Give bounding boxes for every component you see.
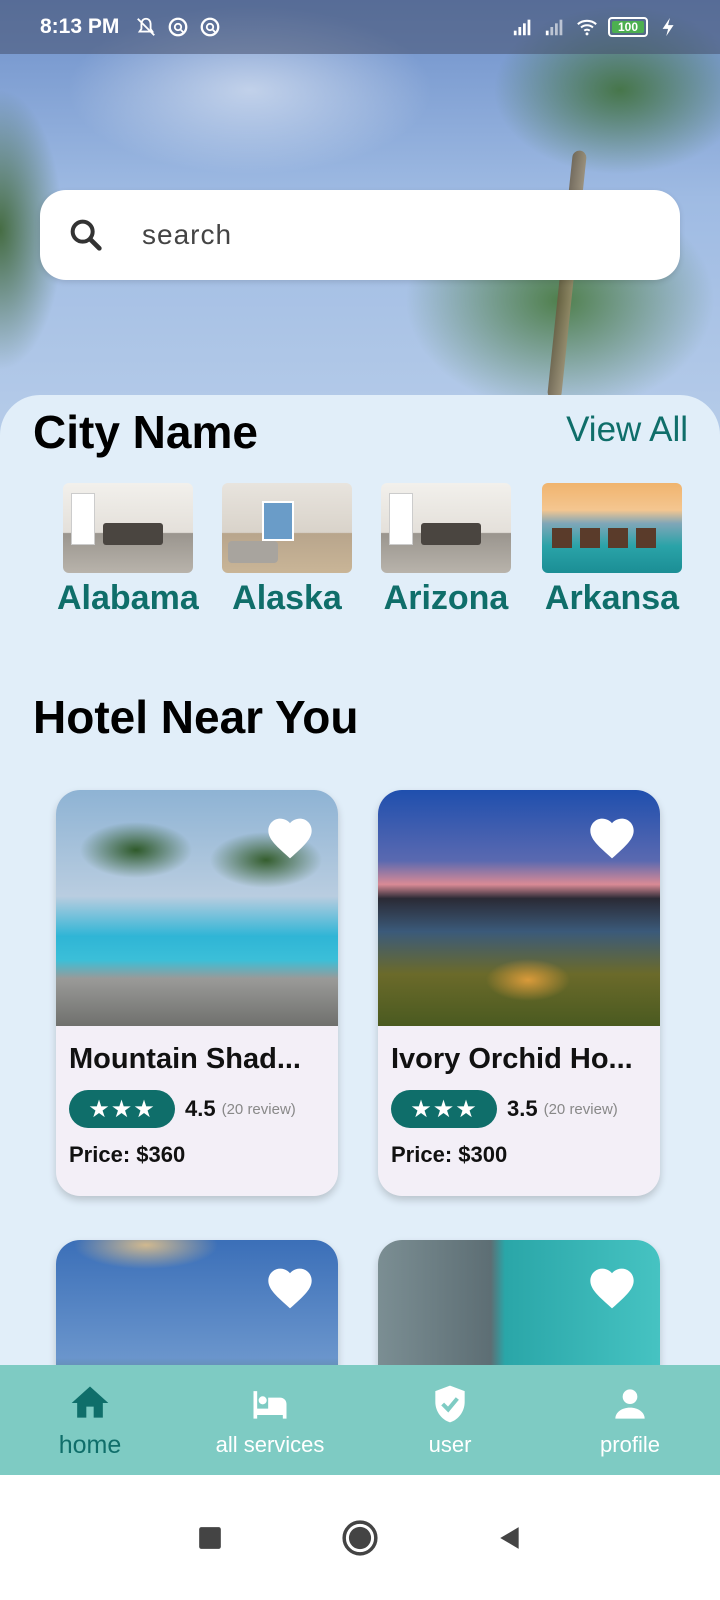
system-navigation-bar <box>0 1475 720 1600</box>
battery-level: 100 <box>617 20 639 34</box>
nav-label: home <box>58 1430 122 1459</box>
city-item-alabama[interactable]: Alabama <box>57 483 199 618</box>
rating-value: 3.5 <box>507 1096 538 1121</box>
back-triangle-icon <box>500 1526 519 1549</box>
rating-row: ★★★ 3.5 (20 review) <box>391 1090 618 1128</box>
nav-label: user <box>428 1432 472 1457</box>
hotel-image <box>378 790 660 1026</box>
nav-label: profile <box>600 1432 660 1457</box>
review-count: (20 review) <box>543 1100 618 1118</box>
nav-item-all-services[interactable]: all services <box>185 1382 355 1458</box>
city-label: Arkansa <box>544 579 680 617</box>
signal-icon <box>545 19 563 36</box>
bell-off-icon <box>137 17 156 36</box>
city-label: Arizona <box>383 579 509 617</box>
home-icon <box>71 1386 109 1418</box>
review-count: (20 review) <box>221 1100 296 1118</box>
city-section-title: City Name <box>33 406 258 458</box>
back-button[interactable] <box>490 1518 530 1558</box>
status-time: 8:13 PM <box>40 15 120 38</box>
nav-item-profile[interactable]: profile <box>545 1382 715 1458</box>
hotel-price: Price: $300 <box>391 1142 508 1167</box>
hotel-section-title: Hotel Near You <box>33 691 359 743</box>
city-image <box>542 483 682 573</box>
bottom-navigation: home all services user profile <box>0 1365 720 1475</box>
city-list[interactable]: Alabama Alaska Arizona Arkansa <box>48 483 688 623</box>
hotel-name: Mountain Shad... <box>69 1043 301 1075</box>
app-notification-icon <box>200 17 220 37</box>
app-notification-icon <box>168 17 188 37</box>
rating-value: 4.5 <box>185 1096 216 1121</box>
hotel-image <box>56 790 338 1026</box>
hotel-price: Price: $360 <box>69 1142 186 1167</box>
city-image <box>222 483 352 573</box>
rating-row: ★★★ 4.5 (20 review) <box>69 1090 296 1128</box>
hotel-card[interactable]: Mountain Shad... ★★★ 4.5 (20 review) Pri… <box>56 790 338 1196</box>
bed-icon <box>253 1391 287 1419</box>
square-icon <box>199 1526 221 1549</box>
city-item-alaska[interactable]: Alaska <box>222 483 352 618</box>
view-all-link[interactable]: View All <box>566 410 688 450</box>
recents-button[interactable] <box>190 1518 230 1558</box>
charging-icon <box>662 17 674 37</box>
heart-icon[interactable] <box>586 1262 638 1310</box>
search-icon <box>70 219 102 251</box>
nav-item-user[interactable]: user <box>365 1382 535 1458</box>
city-image <box>381 483 511 573</box>
home-system-button[interactable] <box>340 1518 380 1558</box>
heart-icon[interactable] <box>264 812 316 860</box>
nav-label: all services <box>215 1432 325 1457</box>
status-bar: 8:13 PM 100 <box>0 0 720 54</box>
search-bar[interactable] <box>40 190 680 280</box>
city-item-arizona[interactable]: Arizona <box>381 483 511 618</box>
city-image <box>62 483 193 573</box>
city-label: Alaska <box>232 579 342 617</box>
person-icon <box>615 1389 645 1419</box>
heart-icon[interactable] <box>586 812 638 860</box>
star-rating-badge: ★★★ <box>391 1090 497 1128</box>
circle-icon <box>342 1519 378 1556</box>
hotel-card[interactable]: Ivory Orchid Ho... ★★★ 3.5 (20 review) P… <box>378 790 660 1196</box>
nav-item-home[interactable]: home <box>5 1381 175 1460</box>
search-input[interactable] <box>142 219 622 251</box>
heart-icon[interactable] <box>264 1262 316 1310</box>
status-notification-icons <box>135 16 221 38</box>
star-rating-badge: ★★★ <box>69 1090 175 1128</box>
hotel-name: Ivory Orchid Ho... <box>391 1043 633 1075</box>
status-system-icons: 100 <box>512 16 680 38</box>
shield-check-icon <box>435 1385 465 1423</box>
battery-icon: 100 <box>608 17 648 37</box>
city-label: Alabama <box>57 579 199 617</box>
wifi-icon <box>577 19 597 36</box>
signal-icon <box>513 19 531 36</box>
city-item-arkansa[interactable]: Arkansa <box>542 483 682 618</box>
